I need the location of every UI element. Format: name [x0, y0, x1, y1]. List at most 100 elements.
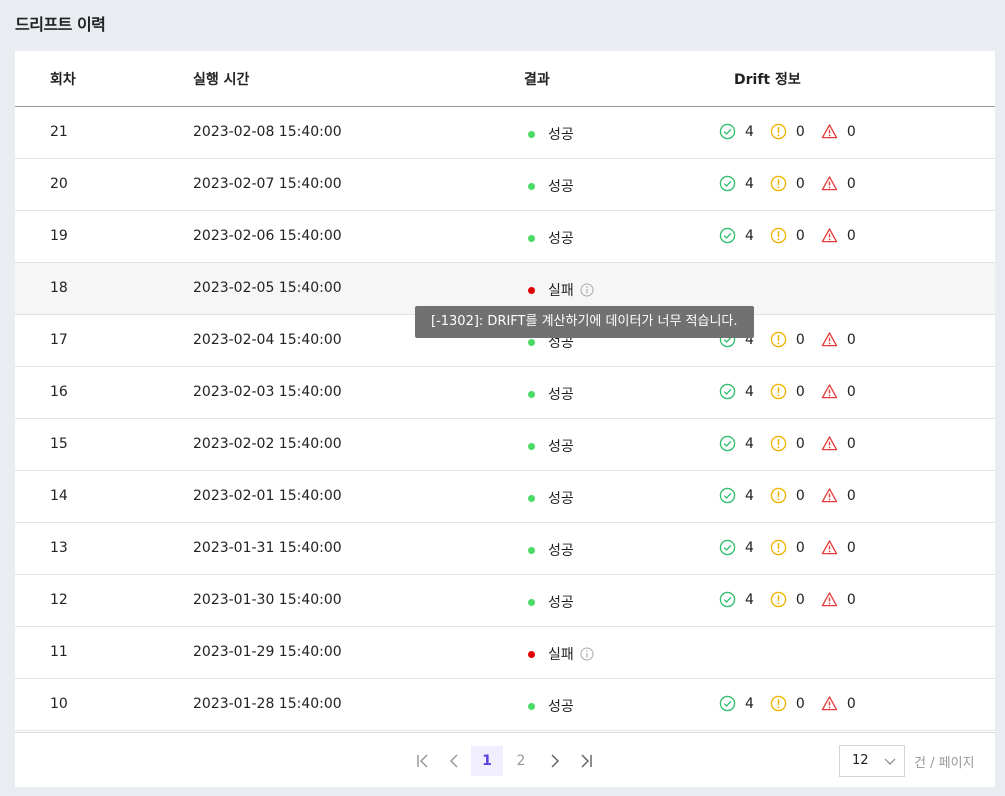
drift-info: 4 0 0: [719, 695, 872, 712]
exclamation-circle-icon: [770, 175, 787, 192]
drift-ok-count: 4: [745, 539, 754, 556]
time-cell: 2023-02-04 15:40:00: [193, 332, 342, 348]
check-circle-icon: [719, 435, 736, 452]
drift-warn-count: 0: [795, 175, 805, 192]
drift-warn-count: 0: [795, 591, 805, 608]
info-circle-icon[interactable]: [580, 283, 594, 297]
drift-alert: 0: [821, 695, 856, 712]
status-dot: [528, 182, 535, 190]
error-tooltip: [-1302]: DRIFT를 계산하기에 데이터가 너무 적습니다.: [415, 306, 754, 338]
first-page-button[interactable]: [407, 746, 439, 776]
drift-alert: 0: [821, 591, 856, 608]
warning-triangle-icon: [821, 332, 838, 347]
drift-info: 4 0 0: [719, 539, 872, 556]
drift-info: 4 0 0: [719, 175, 872, 192]
info-circle-icon[interactable]: [580, 647, 594, 661]
round-cell: 20: [50, 176, 68, 192]
result-cell: 성공: [528, 488, 574, 508]
time-cell: 2023-01-30 15:40:00: [193, 592, 342, 608]
status-dot: [528, 338, 535, 346]
check-circle-icon: [719, 227, 736, 244]
exclamation-circle-icon: [770, 591, 787, 608]
drift-ok-count: 4: [745, 695, 754, 712]
table-row[interactable]: 14 2023-02-01 15:40:00 성공 4 0 0: [15, 471, 995, 523]
warning-triangle-icon: [821, 592, 838, 607]
table-row[interactable]: 13 2023-01-31 15:40:00 성공 4 0 0: [15, 523, 995, 575]
last-page-button[interactable]: [570, 746, 602, 776]
status-dot: [528, 390, 535, 398]
drift-ok-count: 4: [745, 591, 754, 608]
page-1-button[interactable]: 1: [471, 746, 503, 776]
drift-ok: 4: [719, 435, 754, 452]
round-cell: 12: [50, 592, 68, 608]
drift-alert: 0: [821, 383, 856, 400]
result-cell: 성공: [528, 228, 574, 248]
page-size-select[interactable]: 12: [839, 745, 905, 777]
drift-warn-count: 0: [795, 487, 805, 504]
drift-ok-count: 4: [745, 123, 754, 140]
drift-info: 4 0 0: [719, 591, 872, 608]
time-cell: 2023-01-28 15:40:00: [193, 696, 342, 712]
result-label: 성공: [548, 595, 574, 611]
page-size-unit: 건 / 페이지: [914, 756, 975, 771]
table-row[interactable]: 19 2023-02-06 15:40:00 성공 4 0 0: [15, 211, 995, 263]
check-circle-icon: [719, 175, 736, 192]
status-dot: [528, 650, 535, 658]
page-size-value: 12: [852, 753, 869, 768]
drift-warn: 0: [770, 591, 805, 608]
drift-info: 4 0 0: [719, 383, 872, 400]
header-time: 실행 시간: [193, 72, 250, 88]
warning-triangle-icon: [821, 488, 838, 503]
drift-alert: 0: [821, 487, 856, 504]
time-cell: 2023-02-03 15:40:00: [193, 384, 342, 400]
drift-info: 4 0 0: [719, 487, 872, 504]
exclamation-circle-icon: [770, 435, 787, 452]
drift-warn: 0: [770, 695, 805, 712]
round-cell: 19: [50, 228, 68, 244]
drift-warn-count: 0: [795, 539, 805, 556]
drift-warn-count: 0: [795, 123, 805, 140]
table-row[interactable]: 21 2023-02-08 15:40:00 성공 4 0 0: [15, 107, 995, 159]
time-cell: 2023-02-02 15:40:00: [193, 436, 342, 452]
prev-page-button[interactable]: [439, 746, 471, 776]
exclamation-circle-icon: [770, 123, 787, 140]
status-dot: [528, 598, 535, 606]
result-cell: 성공: [528, 592, 574, 612]
exclamation-circle-icon: [770, 331, 787, 348]
table-row[interactable]: 12 2023-01-30 15:40:00 성공 4 0 0: [15, 575, 995, 627]
drift-alert: 0: [821, 175, 856, 192]
check-circle-icon: [719, 695, 736, 712]
drift-alert-count: 0: [846, 123, 856, 140]
drift-alert: 0: [821, 227, 856, 244]
exclamation-circle-icon: [770, 539, 787, 556]
warning-triangle-icon: [821, 436, 838, 451]
drift-warn: 0: [770, 331, 805, 348]
drift-ok: 4: [719, 487, 754, 504]
next-page-button[interactable]: [538, 746, 570, 776]
drift-alert: 0: [821, 123, 856, 140]
result-cell: 성공: [528, 540, 574, 560]
drift-warn-count: 0: [795, 695, 805, 712]
result-label: 성공: [548, 491, 574, 507]
table-body: 21 2023-02-08 15:40:00 성공 4 0 0 20 2023-02-07 1…: [15, 107, 995, 731]
page-2-button[interactable]: 2: [505, 746, 537, 776]
table-row[interactable]: 20 2023-02-07 15:40:00 성공 4 0 0: [15, 159, 995, 211]
drift-ok-count: 4: [745, 175, 754, 192]
drift-warn-count: 0: [795, 331, 805, 348]
round-cell: 15: [50, 436, 68, 452]
drift-info: 4 0 0: [719, 123, 872, 140]
table-row[interactable]: 16 2023-02-03 15:40:00 성공 4 0 0: [15, 367, 995, 419]
pagination: 1 2 12 건 / 페이지: [15, 732, 995, 788]
check-circle-icon: [719, 123, 736, 140]
table-row[interactable]: 11 2023-01-29 15:40:00 실패: [15, 627, 995, 679]
status-dot: [528, 702, 535, 710]
time-cell: 2023-02-05 15:40:00: [193, 280, 342, 296]
table-row[interactable]: 10 2023-01-28 15:40:00 성공 4 0 0: [15, 679, 995, 731]
drift-ok-count: 4: [745, 383, 754, 400]
table-row[interactable]: 15 2023-02-02 15:40:00 성공 4 0 0: [15, 419, 995, 471]
drift-alert-count: 0: [846, 227, 856, 244]
warning-triangle-icon: [821, 696, 838, 711]
time-cell: 2023-01-31 15:40:00: [193, 540, 342, 556]
last-page-icon: [581, 754, 592, 768]
result-label: 실패: [548, 283, 574, 299]
